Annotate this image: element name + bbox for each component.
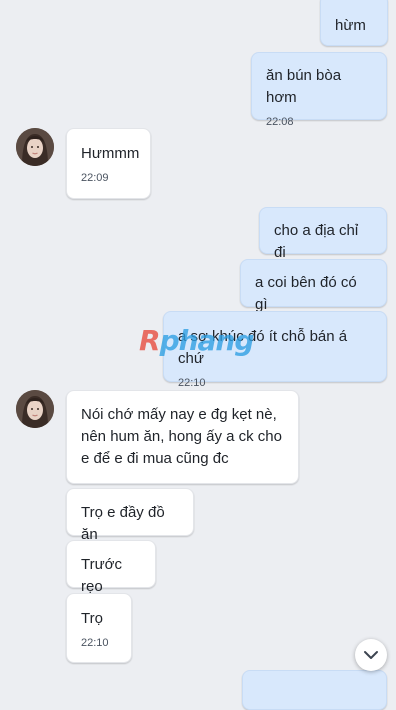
message-bubble-outgoing[interactable]: ăn bún bòa hơm 22:08 bbox=[251, 52, 387, 128]
message-bubble-outgoing[interactable]: hừm bbox=[320, 0, 388, 46]
message-bubble-incoming[interactable]: Trước rẹo bbox=[66, 540, 156, 595]
message-time: 22:08 bbox=[266, 116, 294, 128]
watermark-rest: phang bbox=[159, 324, 255, 357]
message-bubble-incoming[interactable]: Trọ e đầy đồ ăn bbox=[66, 488, 194, 543]
message-time: 22:10 bbox=[178, 377, 206, 389]
message-text: ăn bún bòa hơm bbox=[266, 67, 342, 106]
message-bubble-outgoing[interactable] bbox=[242, 670, 387, 710]
chevron-down-icon bbox=[364, 651, 378, 659]
message-text: a coi bên đó có gì bbox=[255, 274, 357, 313]
message-text: hừm bbox=[335, 17, 366, 34]
message-text: Hưmmm bbox=[81, 145, 140, 162]
scroll-to-bottom-button[interactable] bbox=[355, 639, 387, 671]
message-bubble-incoming[interactable]: Trọ 22:10 bbox=[66, 593, 132, 663]
message-text: Trước rẹo bbox=[81, 556, 122, 595]
message-time: 22:10 bbox=[81, 637, 109, 649]
watermark-first-letter: R bbox=[139, 324, 161, 357]
watermark-logo: Rphang bbox=[139, 324, 255, 357]
message-bubble-incoming[interactable]: Nói chớ mấy nay e đg kẹt nè, nên hum ăn,… bbox=[66, 390, 299, 484]
message-bubble-outgoing[interactable]: cho a địa chỉ đi bbox=[259, 207, 387, 261]
message-bubble-incoming[interactable]: Hưmmm 22:09 bbox=[66, 128, 151, 199]
message-text: Trọ bbox=[81, 610, 103, 627]
message-text: cho a địa chỉ đi bbox=[274, 222, 359, 261]
avatar-photo bbox=[16, 390, 54, 428]
message-bubble-outgoing[interactable]: a coi bên đó có gì bbox=[240, 259, 387, 313]
message-time: 22:09 bbox=[81, 172, 109, 184]
contact-avatar[interactable] bbox=[16, 128, 54, 166]
message-text: Nói chớ mấy nay e đg kẹt nè, nên hum ăn,… bbox=[81, 406, 282, 467]
avatar-photo bbox=[16, 128, 54, 166]
contact-avatar[interactable] bbox=[16, 390, 54, 428]
